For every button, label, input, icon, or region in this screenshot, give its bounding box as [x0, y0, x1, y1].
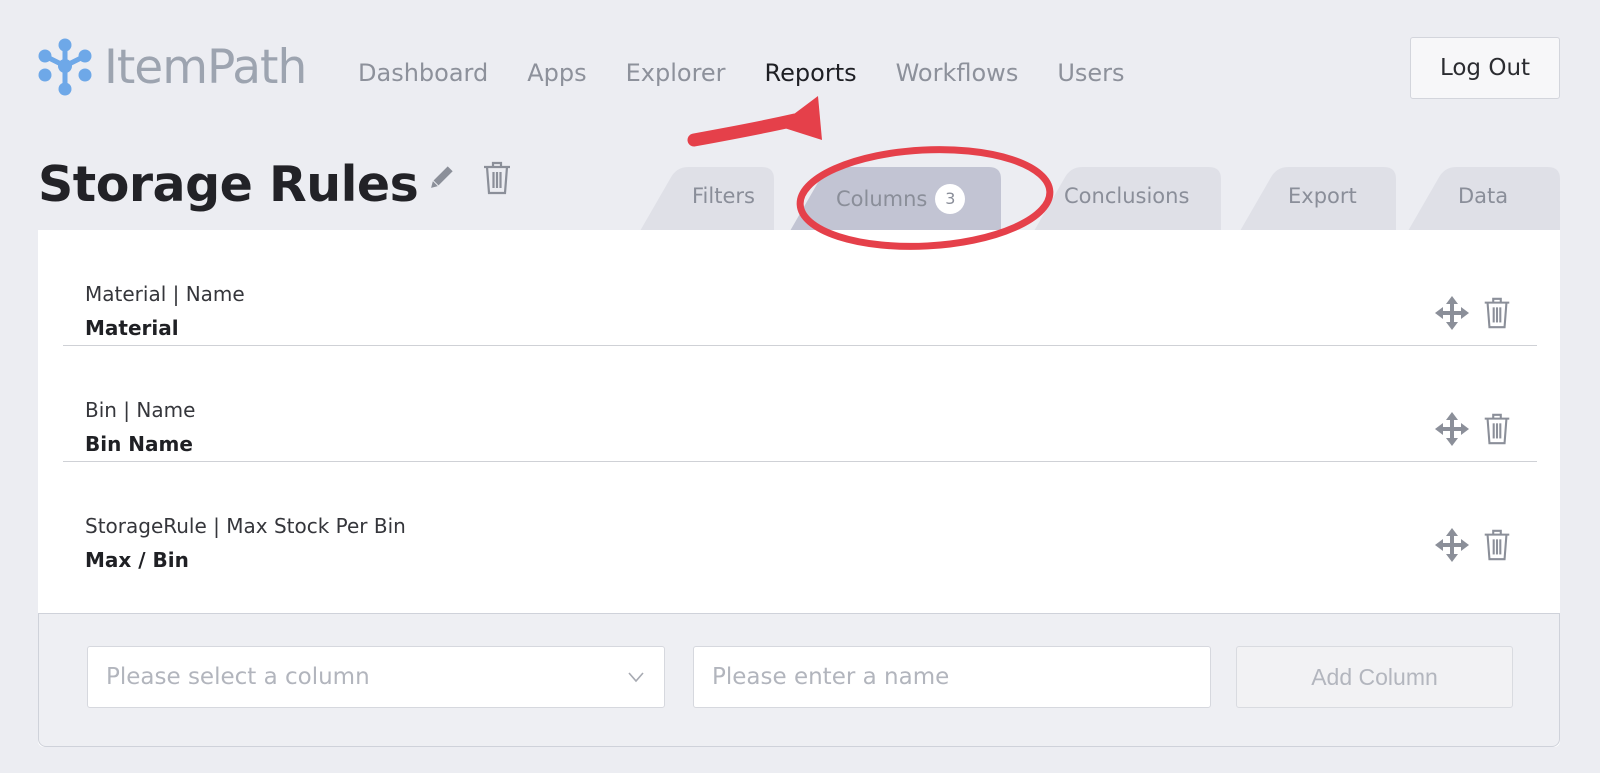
- column-select[interactable]: Please select a column: [87, 646, 665, 708]
- nav-item-explorer[interactable]: Explorer: [626, 56, 726, 90]
- tab-filters[interactable]: Filters: [640, 165, 790, 231]
- page-title: Storage Rules: [38, 156, 419, 213]
- column-display-name: Bin Name: [85, 432, 193, 456]
- row-actions: [1435, 528, 1515, 562]
- row-actions: [1435, 296, 1515, 330]
- tab-filters-label: Filters: [692, 184, 755, 208]
- add-column-button[interactable]: Add Column: [1236, 646, 1513, 708]
- chevron-down-icon: [628, 672, 644, 683]
- brand-logo[interactable]: ItemPath: [38, 36, 307, 98]
- column-name-input[interactable]: [693, 646, 1211, 708]
- nav-item-users[interactable]: Users: [1057, 56, 1124, 90]
- molecule-logo-icon: [38, 38, 92, 96]
- nav-item-reports[interactable]: Reports: [765, 56, 857, 90]
- nav-item-dashboard[interactable]: Dashboard: [358, 56, 488, 90]
- trash-icon[interactable]: [1481, 296, 1515, 330]
- column-select-placeholder: Please select a column: [106, 664, 370, 690]
- trash-icon[interactable]: [1481, 528, 1515, 562]
- pencil-icon[interactable]: [425, 160, 457, 196]
- tab-export[interactable]: Export: [1240, 165, 1410, 231]
- column-row: Material | Name Material: [63, 230, 1537, 346]
- column-source-path: StorageRule | Max Stock Per Bin: [85, 514, 406, 538]
- move-handle-icon[interactable]: [1435, 412, 1469, 446]
- tab-data[interactable]: Data: [1408, 165, 1560, 231]
- columns-count-badge: 3: [935, 184, 966, 214]
- column-source-path: Material | Name: [85, 282, 245, 306]
- logout-button[interactable]: Log Out: [1410, 37, 1560, 99]
- report-tabs: Filters Columns 3 Conclusions Export Data: [640, 165, 1560, 231]
- tab-data-label: Data: [1458, 184, 1509, 208]
- row-actions: [1435, 412, 1515, 446]
- column-row: StorageRule | Max Stock Per Bin Max / Bi…: [63, 462, 1537, 578]
- title-actions: [425, 160, 513, 196]
- top-header: ItemPath Dashboard Apps Explorer Reports…: [0, 0, 1600, 140]
- tab-conclusions-label: Conclusions: [1064, 184, 1190, 208]
- columns-panel: Material | Name Material Bin | Name Bin …: [38, 230, 1560, 747]
- tab-export-label: Export: [1288, 184, 1357, 208]
- move-handle-icon[interactable]: [1435, 296, 1469, 330]
- tab-columns-text: Columns: [836, 187, 928, 211]
- trash-icon[interactable]: [1481, 412, 1515, 446]
- main-nav: Dashboard Apps Explorer Reports Workflow…: [358, 56, 1164, 90]
- tab-columns[interactable]: Columns 3: [790, 165, 1005, 231]
- column-row: Bin | Name Bin Name: [63, 346, 1537, 462]
- tab-columns-label: Columns 3: [836, 184, 966, 214]
- brand-name: ItemPath: [104, 39, 307, 95]
- nav-item-workflows[interactable]: Workflows: [896, 56, 1019, 90]
- trash-icon[interactable]: [481, 160, 513, 196]
- column-display-name: Max / Bin: [85, 548, 189, 572]
- column-source-path: Bin | Name: [85, 398, 196, 422]
- add-column-form: Please select a column Add Column: [38, 613, 1560, 747]
- move-handle-icon[interactable]: [1435, 528, 1469, 562]
- nav-item-apps[interactable]: Apps: [527, 56, 586, 90]
- tab-conclusions[interactable]: Conclusions: [1034, 165, 1239, 231]
- column-display-name: Material: [85, 316, 179, 340]
